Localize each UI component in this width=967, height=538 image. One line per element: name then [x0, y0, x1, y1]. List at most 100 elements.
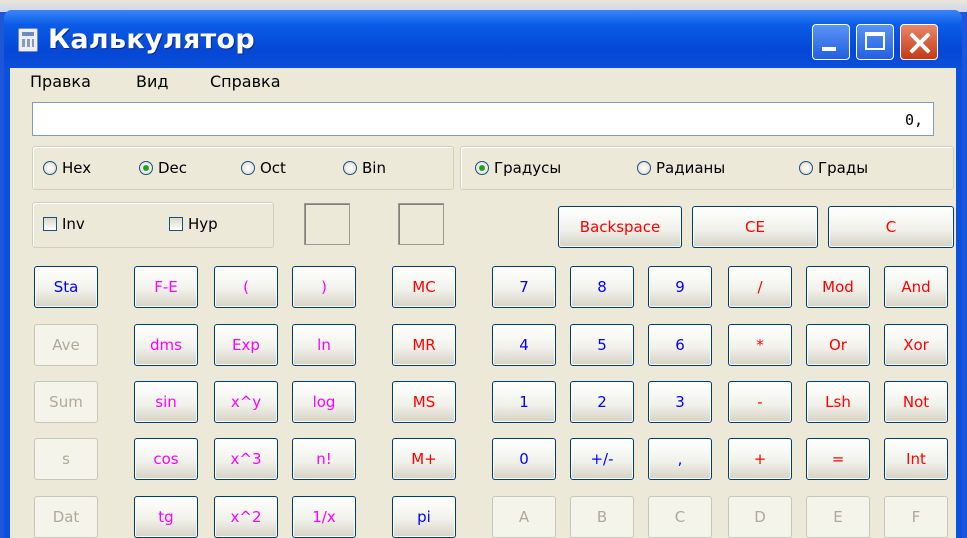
function-button-exp-1-1[interactable]: Exp [214, 324, 278, 366]
key-button-and-0-5[interactable]: And [884, 266, 948, 308]
title-bar[interactable]: Калькулятор [4, 10, 962, 68]
radio-hex[interactable]: Hex [43, 159, 91, 177]
calculator-app-icon[interactable] [18, 28, 38, 52]
function-button-sym-1-0[interactable]: ( [214, 266, 278, 308]
key-button-e-4-4[interactable]: E [806, 496, 870, 538]
radio-dec[interactable]: Dec [139, 159, 187, 177]
checkbox-hyp-label: Hyp [188, 215, 218, 233]
stat-button-dat[interactable]: Dat [34, 496, 98, 538]
function-button-cos-0-3[interactable]: cos [134, 438, 198, 480]
menu-view[interactable]: Вид [136, 72, 168, 91]
radio-degrees-label: Градусы [494, 159, 562, 177]
maximize-button[interactable] [856, 24, 894, 60]
radio-grads[interactable]: Грады [799, 159, 868, 177]
key-button-or-1-4[interactable]: Or [806, 324, 870, 366]
key-button-sym-1-3[interactable]: * [728, 324, 792, 366]
key-button-1-2-0[interactable]: 1 [492, 381, 556, 423]
key-button-8-0-1[interactable]: 8 [570, 266, 634, 308]
key-button-5-1-1[interactable]: 5 [570, 324, 634, 366]
radio-radians[interactable]: Радианы [637, 159, 725, 177]
key-button-sym-3-4[interactable]: = [806, 438, 870, 480]
stat-button-s[interactable]: s [34, 438, 98, 480]
key-button-0-3-0[interactable]: 0 [492, 438, 556, 480]
key-button-int-3-5[interactable]: Int [884, 438, 948, 480]
menu-help[interactable]: Справка [210, 72, 281, 91]
key-button-xor-1-5[interactable]: Xor [884, 324, 948, 366]
function-button-dms-0-1[interactable]: dms [134, 324, 198, 366]
stat-button-sta[interactable]: Sta [34, 266, 98, 308]
key-button-lsh-2-4[interactable]: Lsh [806, 381, 870, 423]
key-button-2-2-1[interactable]: 2 [570, 381, 634, 423]
key-button-6-1-2[interactable]: 6 [648, 324, 712, 366]
key-button-3-2-2[interactable]: 3 [648, 381, 712, 423]
window-title: Калькулятор [48, 24, 255, 55]
key-button-sym-0-3[interactable]: / [728, 266, 792, 308]
stat-button-sum[interactable]: Sum [34, 381, 98, 423]
key-button-mod-0-4[interactable]: Mod [806, 266, 870, 308]
radio-bin-indicator [343, 161, 357, 175]
clear-button[interactable]: C [828, 206, 954, 248]
function-button-n-2-3[interactable]: n! [292, 438, 356, 480]
checkbox-hyp[interactable]: Hyp [169, 215, 218, 233]
key-button-not-2-5[interactable]: Not [884, 381, 948, 423]
menu-bar: Правка Вид Справка [10, 68, 956, 94]
function-button-x-y-1-2[interactable]: x^y [214, 381, 278, 423]
radio-degrees[interactable]: Градусы [475, 159, 561, 177]
function-button-tg-0-4[interactable]: tg [134, 496, 198, 538]
key-button-sym-3-3[interactable]: + [728, 438, 792, 480]
checkbox-hyp-box [169, 217, 183, 231]
clear-entry-button[interactable]: CE [692, 206, 818, 248]
calculator-display: 0, [32, 102, 934, 136]
function-button-x-2-1-4[interactable]: x^2 [214, 496, 278, 538]
calculator-client-area: Правка Вид Справка 0, Hex Dec Oct Bin Гр… [10, 68, 956, 538]
function-button-ln-2-1[interactable]: ln [292, 324, 356, 366]
close-button[interactable] [900, 24, 938, 60]
key-button-7-0-0[interactable]: 7 [492, 266, 556, 308]
radio-radians-label: Радианы [656, 159, 726, 177]
checkbox-inv-box [43, 217, 57, 231]
key-button-9-0-2[interactable]: 9 [648, 266, 712, 308]
memory-button-mr[interactable]: MR [392, 324, 456, 366]
inv-hyp-group: Inv Hyp [32, 202, 274, 248]
menu-edit[interactable]: Правка [30, 72, 91, 91]
key-button-sym-3-1[interactable]: +/- [570, 438, 634, 480]
backspace-button[interactable]: Backspace [558, 206, 682, 248]
radio-degrees-indicator [475, 161, 489, 175]
radio-dec-label: Dec [158, 159, 188, 177]
radio-hex-indicator [43, 161, 57, 175]
function-button-f-e-0-0[interactable]: F-E [134, 266, 198, 308]
radio-grads-indicator [799, 161, 813, 175]
memory-button-m[interactable]: M+ [392, 438, 456, 480]
key-button-c-4-2[interactable]: C [648, 496, 712, 538]
radio-dec-indicator [139, 161, 153, 175]
key-button-a-4-0[interactable]: A [492, 496, 556, 538]
function-button-sin-0-2[interactable]: sin [134, 381, 198, 423]
function-button-log-2-2[interactable]: log [292, 381, 356, 423]
radio-bin[interactable]: Bin [343, 159, 386, 177]
key-button-f-4-5[interactable]: F [884, 496, 948, 538]
function-button-x-3-1-3[interactable]: x^3 [214, 438, 278, 480]
radio-grads-label: Грады [818, 159, 869, 177]
key-button-sym-2-3[interactable]: - [728, 381, 792, 423]
key-button-sym-3-2[interactable]: , [648, 438, 712, 480]
angle-unit-group: Градусы Радианы Грады [460, 146, 954, 190]
key-button-b-4-1[interactable]: B [570, 496, 634, 538]
number-base-group: Hex Dec Oct Bin [32, 146, 454, 190]
radio-oct[interactable]: Oct [241, 159, 286, 177]
minimize-button[interactable] [812, 24, 850, 60]
stat-button-ave[interactable]: Ave [34, 324, 98, 366]
radio-bin-label: Bin [362, 159, 386, 177]
memory-button-pi[interactable]: pi [392, 496, 456, 538]
radio-oct-label: Oct [260, 159, 286, 177]
memory-indicator [304, 203, 350, 245]
radio-oct-indicator [241, 161, 255, 175]
checkbox-inv[interactable]: Inv [43, 215, 85, 233]
memory-button-ms[interactable]: MS [392, 381, 456, 423]
key-button-d-4-3[interactable]: D [728, 496, 792, 538]
key-button-4-1-0[interactable]: 4 [492, 324, 556, 366]
radio-radians-indicator [637, 161, 651, 175]
calculator-window: Калькулятор Правка Вид Справка 0, Hex De… [4, 10, 962, 538]
function-button-1-x-2-4[interactable]: 1/x [292, 496, 356, 538]
function-button-sym-2-0[interactable]: ) [292, 266, 356, 308]
memory-button-mc[interactable]: MC [392, 266, 456, 308]
